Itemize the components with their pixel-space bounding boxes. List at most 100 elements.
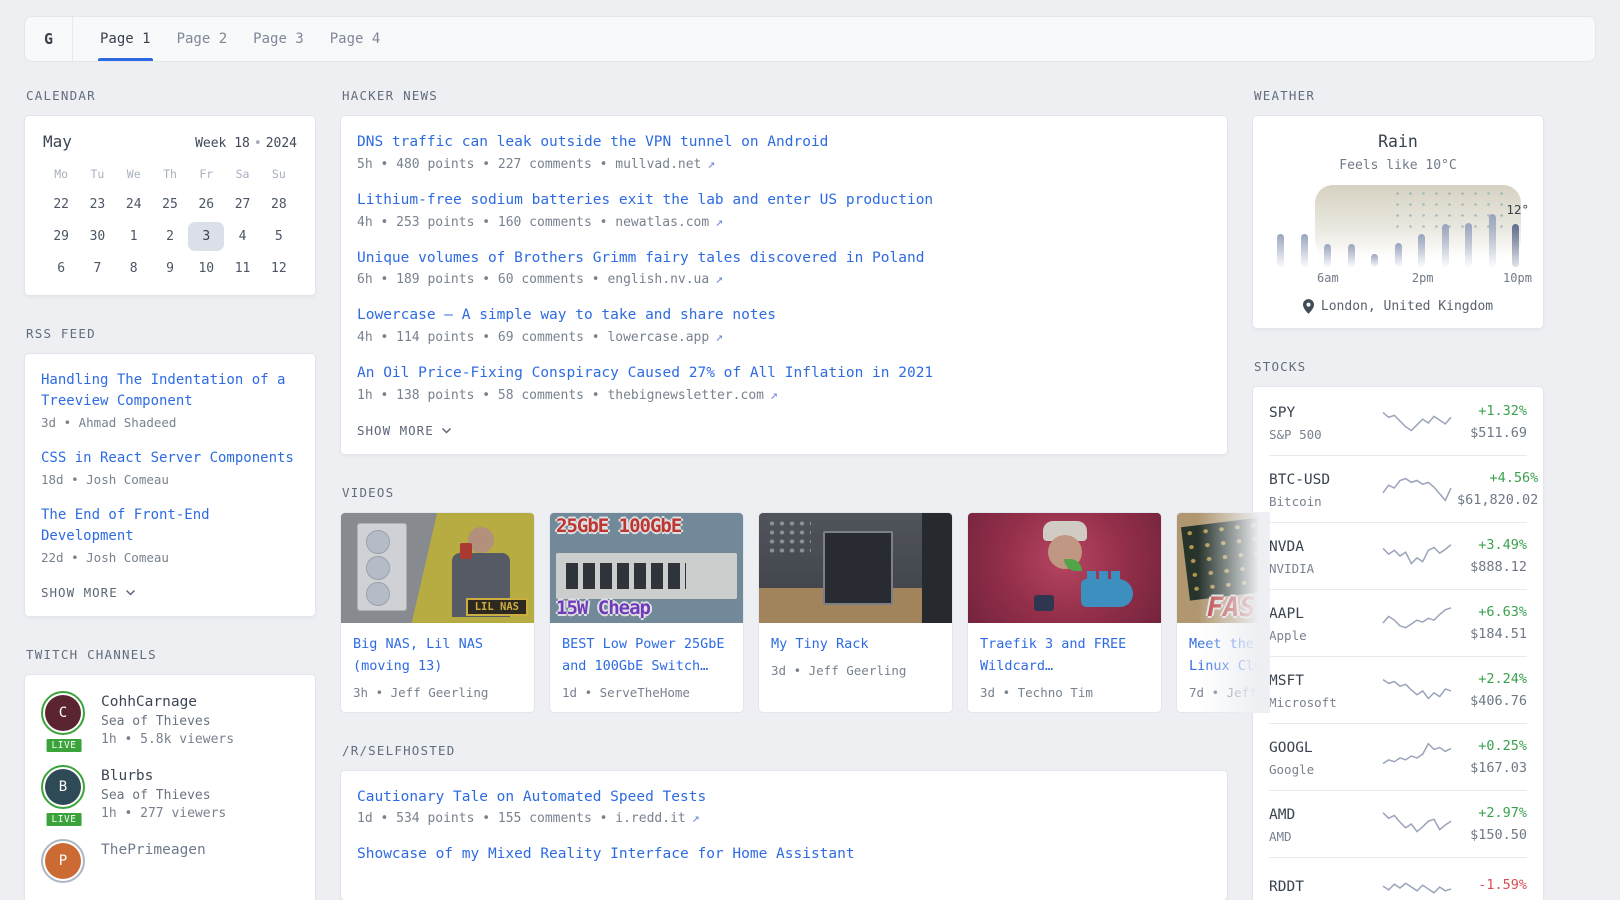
external-link-icon[interactable]: ↗	[707, 157, 715, 172]
peak-temperature-label: 12°	[1506, 202, 1529, 217]
stock-symbol[interactable]: GOOGL	[1269, 740, 1313, 756]
stock-name: Apple	[1269, 628, 1381, 643]
weather-hourly-chart: 12° 6am2pm10pm	[1277, 183, 1519, 287]
hn-item-title[interactable]: DNS traffic can leak outside the VPN tun…	[357, 132, 1211, 154]
weather-bar	[1512, 224, 1519, 267]
video-title[interactable]: Big NAS, Lil NAS (moving 13)	[353, 636, 483, 674]
chevron-down-icon	[441, 427, 452, 434]
rss-item-title[interactable]: Handling The Indentation of a Treeview C…	[41, 370, 299, 412]
hn-item-title[interactable]: Lithium-free sodium batteries exit the l…	[357, 190, 1211, 212]
external-link-icon[interactable]: ↗	[715, 272, 723, 287]
hn-item-title[interactable]: Lowercase – A simple way to take and sha…	[357, 305, 1211, 327]
stock-symbol[interactable]: AMD	[1269, 807, 1295, 823]
video-thumbnail[interactable]: LIL NAS	[341, 513, 534, 623]
tab-page-2[interactable]: Page 2	[164, 17, 241, 61]
rss-item-title[interactable]: CSS in React Server Components	[41, 448, 299, 469]
stock-symbol[interactable]: SPY	[1269, 405, 1295, 421]
video-thumbnail[interactable]: 25GbE 100GbE 15W Cheap	[550, 513, 743, 623]
selfhosted-section: /R/SELFHOSTED Cautionary Tale on Automat…	[340, 743, 1228, 900]
external-link-icon[interactable]: ↗	[715, 330, 723, 345]
stock-name: Bitcoin	[1269, 494, 1381, 509]
stock-row: RDDT -1.59%	[1269, 857, 1527, 900]
external-link-icon[interactable]: ↗	[715, 215, 723, 230]
stock-values: +3.49% $888.12	[1457, 537, 1527, 575]
stock-symbol[interactable]: NVDA	[1269, 539, 1304, 555]
weather-bars	[1277, 209, 1519, 267]
calendar-month-label: May	[43, 132, 72, 151]
hn-item-title[interactable]: An Oil Price-Fixing Conspiracy Caused 27…	[357, 363, 1211, 385]
cup-art	[460, 543, 472, 559]
hn-item-meta-text: 1h • 138 points • 58 comments • thebigne…	[357, 388, 764, 403]
stock-name: Google	[1269, 762, 1381, 777]
calendar-day: 9	[152, 254, 188, 283]
avatar[interactable]: B	[41, 765, 85, 809]
stock-values: +2.97% $150.50	[1457, 805, 1527, 843]
stock-values: +1.32% $511.69	[1457, 403, 1527, 441]
videos-carousel[interactable]: LIL NAS Big NAS, Lil NAS (moving 13) 3h …	[340, 512, 1270, 713]
twitch-channel-name[interactable]: ThePrimeagen	[101, 842, 206, 858]
video-info: Meet the Linux Clu 7d • Jeff	[1177, 623, 1270, 712]
video-thumbnail[interactable]	[759, 513, 952, 623]
hn-item-title[interactable]: Unique volumes of Brothers Grimm fairy t…	[357, 248, 1211, 270]
video-title[interactable]: Traefik 3 and FREE Wildcard…	[980, 636, 1126, 674]
stock-symbol[interactable]: BTC-USD	[1269, 472, 1330, 488]
twitch-section: TWITCH CHANNELS C LIVE CohhCarnage Sea o…	[24, 647, 316, 900]
stocks-section-title: STOCKS	[1254, 359, 1544, 374]
video-thumbnail[interactable]	[968, 513, 1161, 623]
calendar-day: 30	[79, 222, 115, 251]
stock-symbol[interactable]: RDDT	[1269, 879, 1304, 895]
calendar-day: 5	[261, 222, 297, 251]
twitch-channel-name[interactable]: CohhCarnage	[101, 694, 197, 710]
video-title[interactable]: BEST Low Power 25GbE and 100GbE Switch…	[562, 636, 725, 674]
weather-bar	[1442, 224, 1449, 267]
location-pin-icon	[1303, 299, 1314, 314]
weather-widget: Rain Feels like 10°C 12° 6am2pm10pm Lond…	[1252, 115, 1544, 329]
rss-item: CSS in React Server Components 18d • Jos…	[41, 448, 299, 487]
calendar-section: CALENDAR May Week 18•2024 Mo Tu We Th Fr…	[24, 88, 316, 296]
weather-condition: Rain	[1277, 132, 1519, 151]
weather-location: London, United Kingdom	[1277, 299, 1519, 314]
calendar-day: 23	[79, 190, 115, 219]
videos-row: LIL NAS Big NAS, Lil NAS (moving 13) 3h …	[340, 512, 1270, 713]
external-link-icon[interactable]: ↗	[770, 388, 778, 403]
weather-feels-like: Feels like 10°C	[1277, 158, 1519, 173]
stock-identity: RDDT	[1269, 876, 1381, 900]
calendar-year: 2024	[266, 136, 297, 151]
twitch-channel-name[interactable]: Blurbs	[101, 768, 153, 784]
stock-identity: BTC-USD Bitcoin	[1269, 469, 1381, 509]
rss-section: RSS FEED Handling The Indentation of a T…	[24, 326, 316, 617]
tab-page-3[interactable]: Page 3	[240, 17, 317, 61]
weekday-header: Fr	[188, 163, 224, 187]
reddit-item-title[interactable]: Cautionary Tale on Automated Speed Tests	[357, 787, 1211, 809]
rss-item-meta: 3d • Ahmad Shadeed	[41, 415, 299, 430]
rss-item-title[interactable]: The End of Front-End Development	[41, 505, 299, 547]
video-thumbnail[interactable]: FAS	[1177, 513, 1270, 623]
video-info: BEST Low Power 25GbE and 100GbE Switch… …	[550, 623, 743, 712]
video-title[interactable]: Meet the Linux Clu	[1189, 636, 1262, 674]
twitch-section-title: TWITCH CHANNELS	[26, 647, 316, 662]
weather-bar	[1418, 234, 1425, 267]
video-title[interactable]: My Tiny Rack	[771, 636, 869, 652]
container-boxes-art	[1087, 571, 1121, 581]
rss-show-more-button[interactable]: SHOW MORE	[41, 583, 136, 600]
reddit-item-title[interactable]: Showcase of my Mixed Reality Interface f…	[357, 844, 1211, 866]
calendar-day: 8	[116, 254, 152, 283]
show-more-label: SHOW MORE	[41, 585, 118, 600]
tab-page-4[interactable]: Page 4	[317, 17, 394, 61]
calendar-week-number: Week 18	[195, 136, 250, 151]
hn-item: Unique volumes of Brothers Grimm fairy t…	[357, 248, 1211, 288]
hn-item-meta-text: 6h • 189 points • 60 comments • english.…	[357, 272, 709, 287]
stock-price: $184.51	[1457, 626, 1527, 642]
weekday-header: Su	[261, 163, 297, 187]
calendar-day: 7	[79, 254, 115, 283]
stock-row: GOOGL Google +0.25% $167.03	[1269, 723, 1527, 790]
stock-symbol[interactable]: MSFT	[1269, 673, 1304, 689]
stock-symbol[interactable]: AAPL	[1269, 606, 1304, 622]
external-link-icon[interactable]: ↗	[692, 811, 700, 826]
avatar[interactable]: P	[41, 839, 85, 883]
calendar-day: 25	[152, 190, 188, 219]
app-logo[interactable]: G	[25, 17, 73, 61]
avatar[interactable]: C	[41, 691, 85, 735]
tab-page-1[interactable]: Page 1	[87, 17, 164, 61]
hn-show-more-button[interactable]: SHOW MORE	[357, 421, 452, 438]
